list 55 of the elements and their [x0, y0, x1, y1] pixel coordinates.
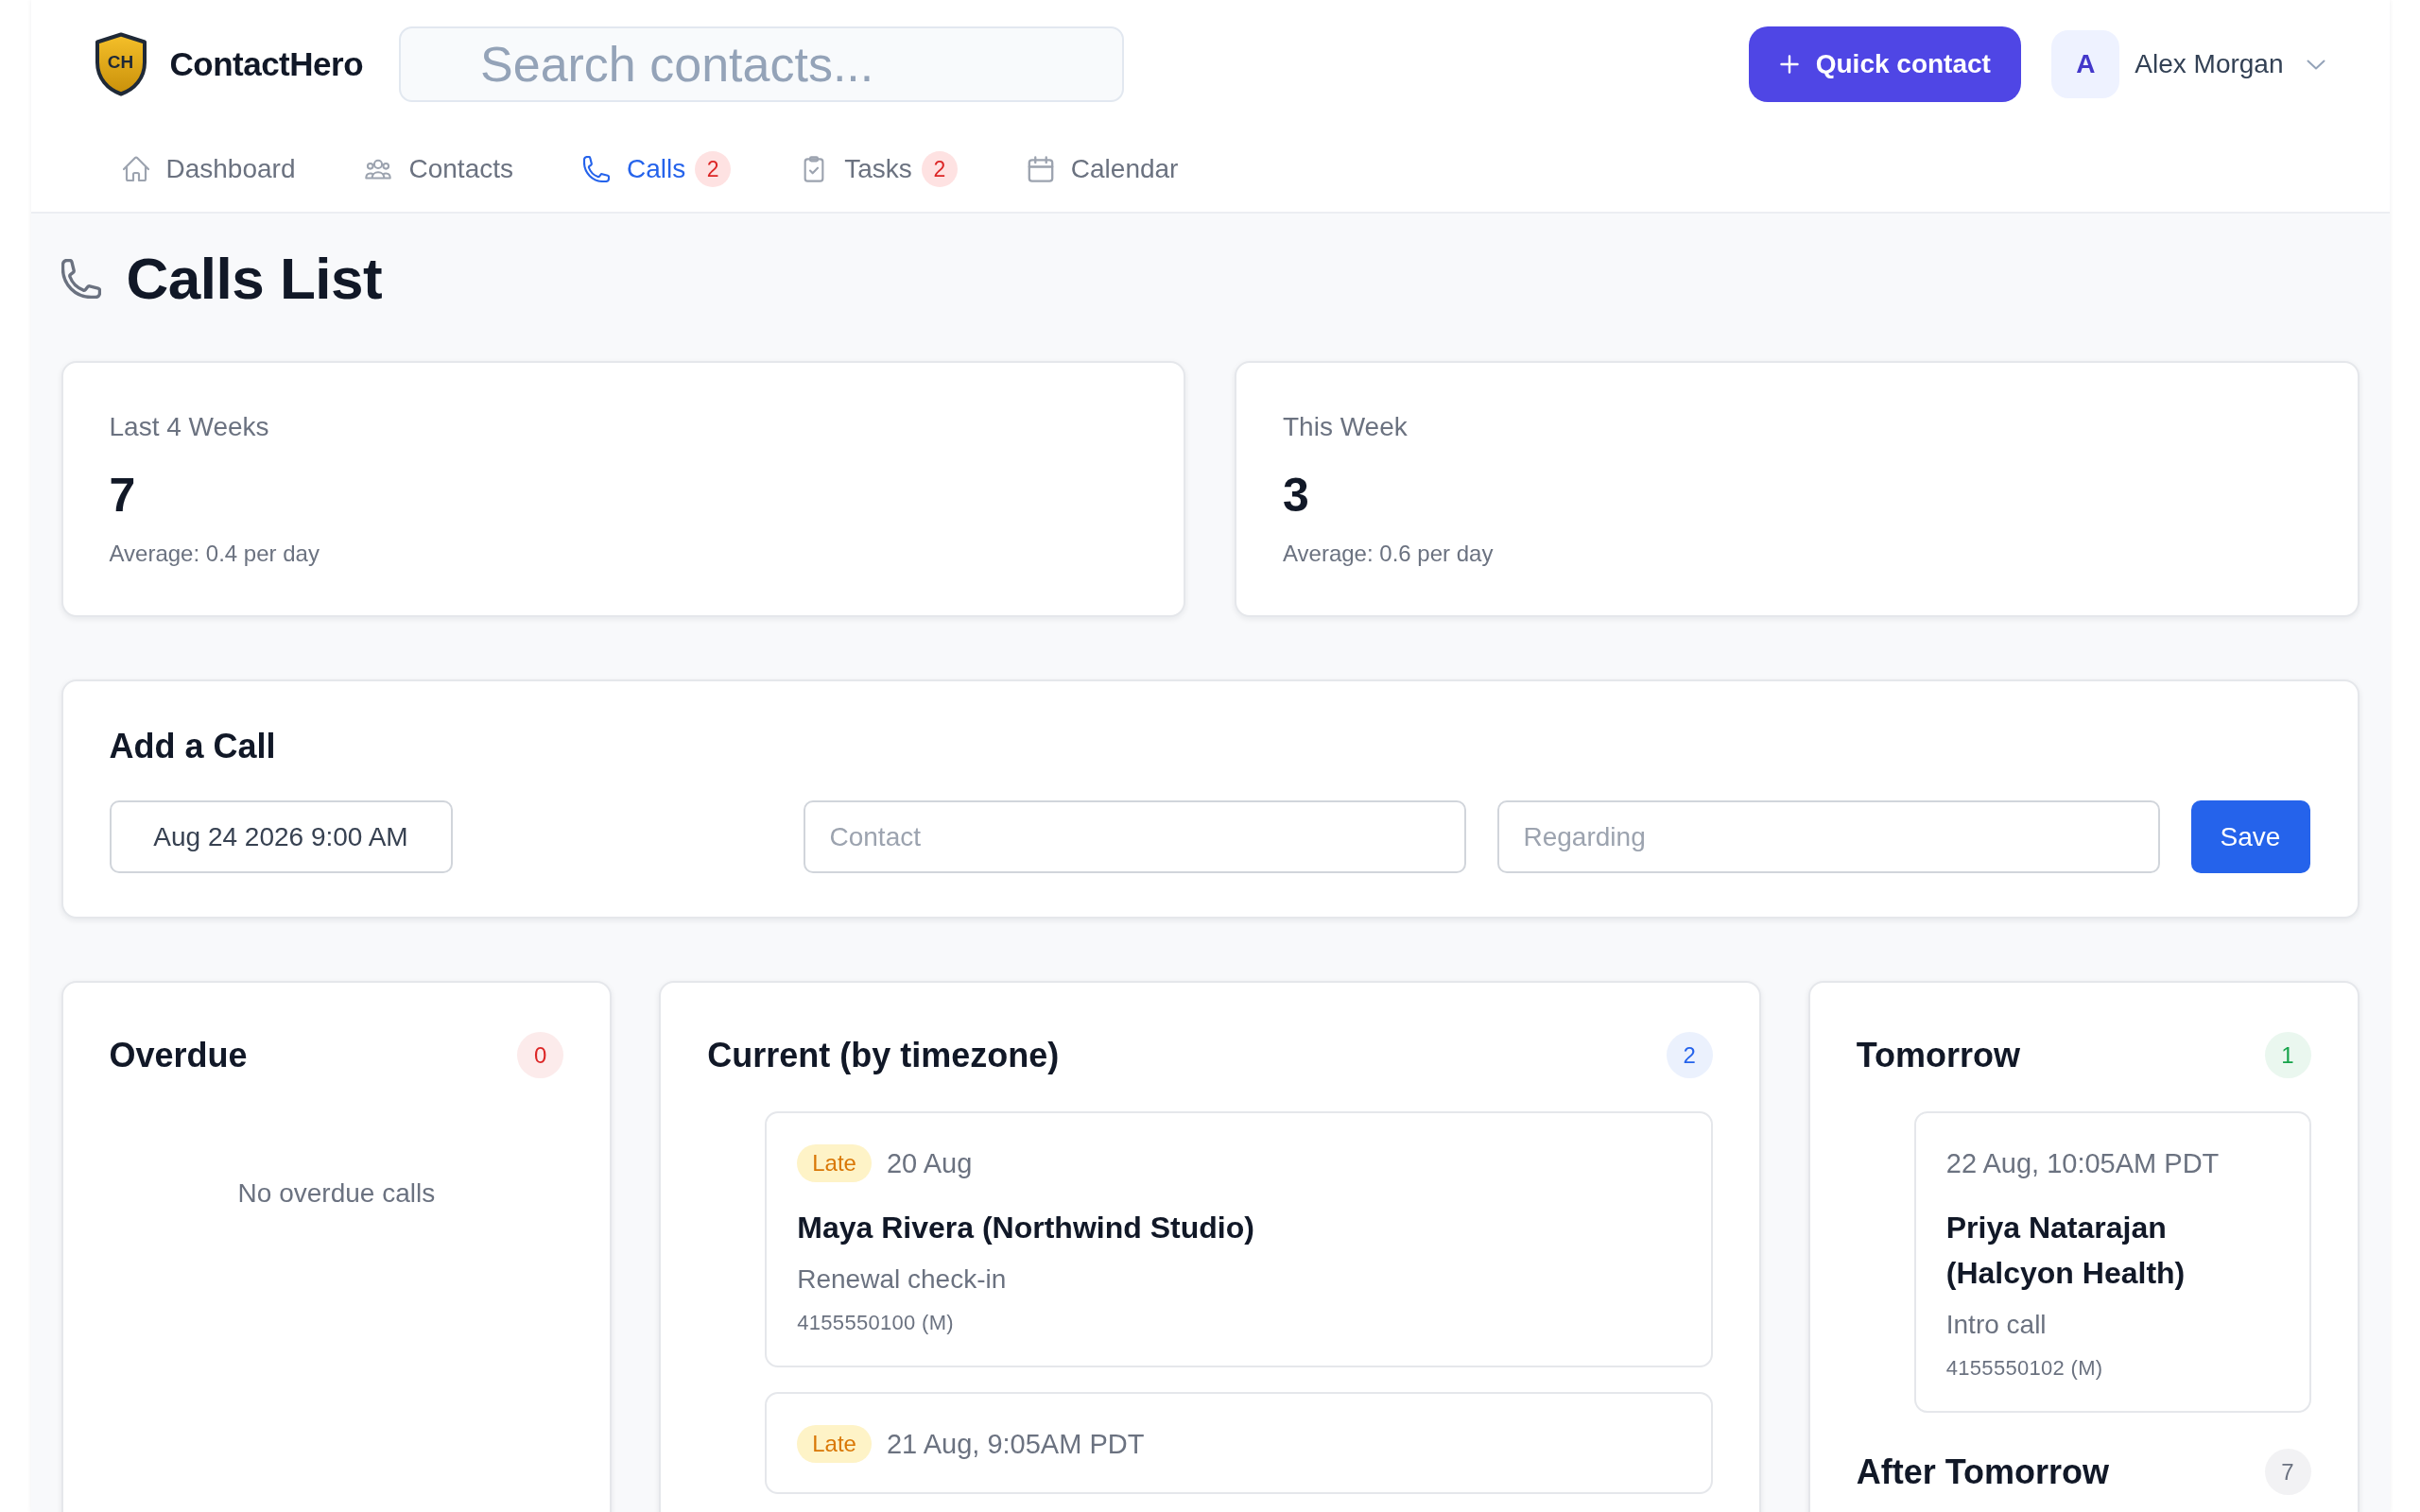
- call-subject: Renewal check-in: [797, 1263, 1008, 1296]
- stat-value: 3: [1283, 468, 1310, 524]
- quick-contact-button[interactable]: Quick contact: [1749, 26, 2022, 102]
- status-tag: Late: [797, 1425, 872, 1463]
- stat-note: Average: 0.4 per day: [109, 540, 320, 568]
- search-field[interactable]: Search contacts...: [399, 26, 1125, 102]
- call-card[interactable]: Late 20 Aug Maya Rivera (Northwind Studio) Renewal check-in 4155550100 (M): [765, 1111, 1713, 1367]
- nav-tab[interactable]: Contacts: [365, 152, 513, 186]
- count-badge: 2: [1666, 1032, 1713, 1078]
- chevron-down-icon[interactable]: [2306, 59, 2325, 70]
- call-time: 21 Aug, 9:05AM PDT: [886, 1428, 1145, 1461]
- count-badge: 2: [921, 151, 958, 187]
- nav-tab[interactable]: Calendar: [1027, 152, 1179, 186]
- user-name[interactable]: Alex Morgan: [2135, 49, 2284, 79]
- call-time: 22 Aug, 10:05AM PDT: [1945, 1147, 2220, 1180]
- phone-number: 4155550100 (M): [797, 1310, 955, 1336]
- save-button[interactable]: Save: [2190, 800, 2310, 873]
- nav-tab[interactable]: Tasks 2: [801, 151, 958, 187]
- count-badge: 1: [2264, 1032, 2311, 1078]
- section-title: Tomorrow: [1856, 1034, 2021, 1076]
- home-icon: [122, 156, 149, 182]
- stat-note: Average: 0.6 per day: [1283, 540, 1495, 568]
- nav-tab[interactable]: Calls 2: [583, 151, 732, 187]
- stat-label: This Week: [1283, 411, 1409, 443]
- call-time: 20 Aug: [886, 1147, 973, 1180]
- status-tag: Late: [797, 1144, 872, 1182]
- count-badge: 2: [695, 151, 732, 187]
- calendar-icon: [1027, 156, 1054, 182]
- section-title: Overdue: [109, 1034, 248, 1076]
- contact-name: Priya Natarajan (Halcyon Health): [1945, 1210, 2187, 1292]
- call-card[interactable]: Late 21 Aug, 9:05AM PDT: [765, 1392, 1713, 1494]
- count-badge: 7: [2264, 1449, 2311, 1495]
- call-subject: Intro call: [1945, 1309, 2048, 1341]
- user-avatar[interactable]: A: [2051, 30, 2120, 98]
- phone-number: 4155550102 (M): [1945, 1355, 2104, 1382]
- date-field[interactable]: Aug 24 2026 9:00 AM: [109, 800, 453, 873]
- call-card[interactable]: 22 Aug, 10:05AM PDT Priya Natarajan (Halcyon Health) Intro call 4155550102 (M): [1913, 1111, 2311, 1413]
- section-title: After Tomorrow: [1856, 1451, 2110, 1493]
- shield-logo-icon: [94, 32, 147, 96]
- page-title: Calls List: [126, 245, 383, 313]
- brand-name: ContactHero: [169, 45, 364, 83]
- card-title: Add a Call: [109, 726, 277, 767]
- phone-icon: [60, 259, 101, 299]
- count-badge: 0: [517, 1032, 564, 1078]
- nav-tab[interactable]: Dashboard: [122, 152, 296, 186]
- section-title: Current (by timezone): [707, 1034, 1060, 1076]
- phone-icon: [583, 156, 610, 182]
- empty-message: No overdue calls: [236, 1177, 437, 1210]
- logo-monogram: CH: [106, 51, 135, 74]
- contact-name: Maya Rivera (Northwind Studio): [797, 1210, 1255, 1246]
- stat-value: 7: [109, 468, 137, 524]
- input-field[interactable]: Contact: [803, 800, 1466, 873]
- plus-icon: [1779, 55, 1799, 74]
- stat-label: Last 4 Weeks: [109, 411, 270, 443]
- input-field[interactable]: Regarding: [1496, 800, 2160, 873]
